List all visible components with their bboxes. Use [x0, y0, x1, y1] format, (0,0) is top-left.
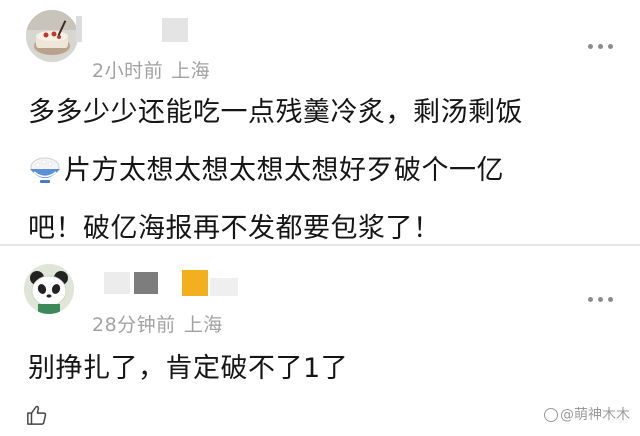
comment-location: 上海	[171, 60, 211, 82]
more-dots-icon	[608, 297, 613, 302]
more-options-button[interactable]	[588, 43, 614, 51]
comment-text: 别挣扎了，肯定破不了1了	[28, 340, 348, 398]
comment-thread: 2小时前 上海 多多少少还能吃一点残羹冷炙，剩汤剩饭 片方太想太想太想太想好歹破个…	[0, 0, 640, 436]
cake-avatar-icon	[26, 10, 78, 62]
comment-card: 2小时前 上海 多多少少还能吃一点残羹冷炙，剩汤剩饭 片方太想太想太想太想好歹破个…	[0, 0, 640, 244]
comment-line: 多多少少还能吃一点残羹冷炙，剩汤剩饭	[28, 97, 523, 128]
comment-time: 28分钟前	[92, 314, 176, 336]
comment-line: 片方太想太想太想太想好歹破个一亿	[28, 142, 628, 200]
panda-avatar-icon	[24, 264, 74, 314]
rice-bowl-emoji	[30, 157, 60, 183]
comment-meta: 28分钟前 上海	[92, 310, 223, 337]
more-dots-icon	[598, 297, 603, 302]
watermark-logo-icon	[544, 408, 558, 422]
user-avatar[interactable]	[24, 264, 74, 314]
comment-line-text: 片方太想太想太想太想好歹破个一亿	[64, 155, 504, 186]
more-dots-icon	[598, 44, 603, 49]
username-blurred[interactable]	[104, 268, 240, 298]
comment-text: 多多少少还能吃一点残羹冷炙，剩汤剩饭 片方太想太想太想太想好歹破个一亿 吧！破亿…	[28, 84, 628, 258]
watermark: @萌神木木	[544, 404, 630, 424]
comment-line: 别挣扎了，肯定破不了1了	[28, 353, 349, 384]
more-options-button[interactable]	[588, 296, 614, 304]
thumbs-up-icon[interactable]	[26, 404, 48, 426]
more-dots-icon	[588, 297, 593, 302]
watermark-text: @萌神木木	[560, 407, 630, 423]
more-dots-icon	[588, 44, 593, 49]
username-blurred[interactable]	[76, 14, 192, 44]
user-avatar[interactable]	[26, 10, 78, 62]
more-dots-icon	[608, 44, 613, 49]
comment-meta: 2小时前 上海	[92, 56, 210, 83]
comment-time: 2小时前	[92, 60, 164, 82]
comment-location: 上海	[183, 314, 223, 336]
